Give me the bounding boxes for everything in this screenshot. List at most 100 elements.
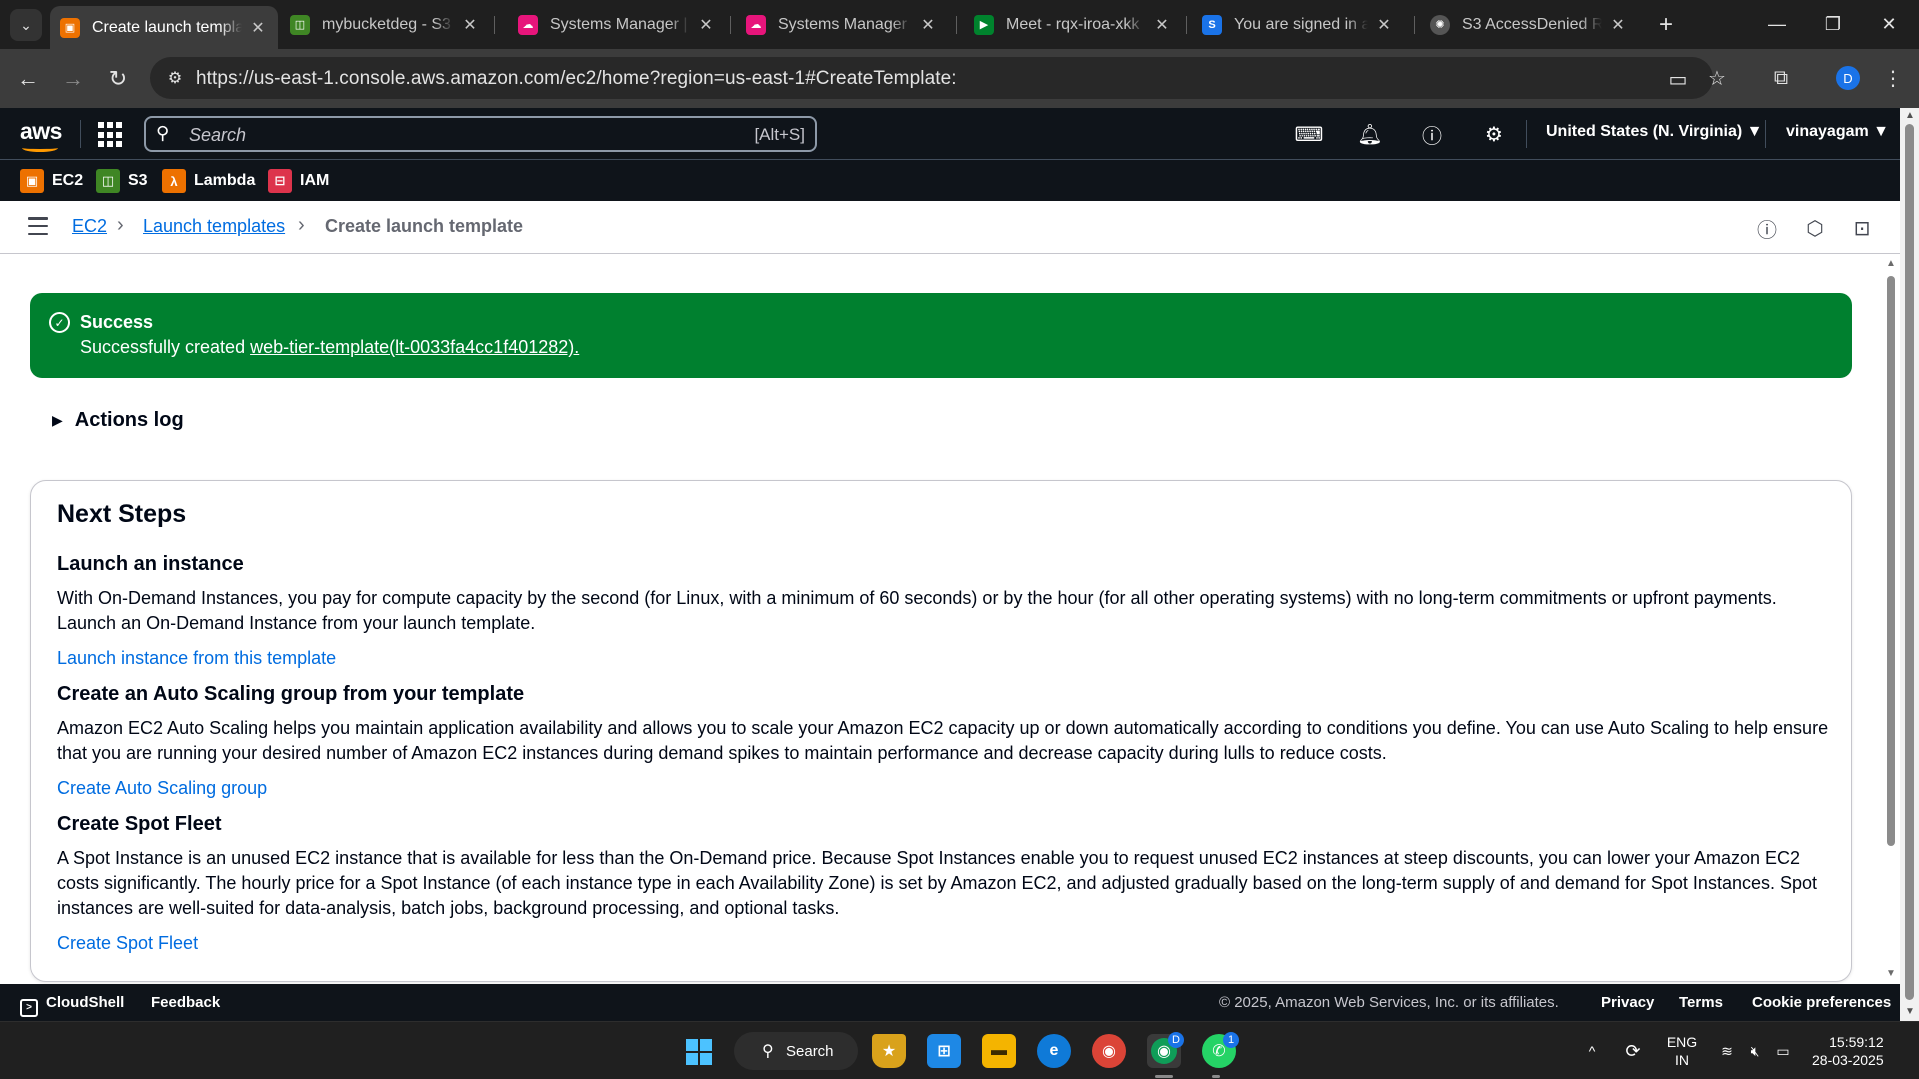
notifications-icon[interactable]: ⬡	[1803, 216, 1827, 240]
openai-icon: ✺	[1430, 14, 1450, 35]
scroll-down-arrow-icon[interactable]: ▼	[1886, 968, 1896, 979]
breadcrumb-current: Create launch template	[325, 216, 524, 236]
chrome-browser-icon[interactable]: ◉	[1092, 1034, 1126, 1068]
aws-logo[interactable]: aws	[20, 118, 62, 145]
browser-tab[interactable]: ☁ Systems Manager | us-east-1 ✕	[508, 6, 726, 43]
info-icon[interactable]: ⓘ	[1755, 216, 1779, 242]
aws-search-input[interactable]: ⚲ Search [Alt+S]	[144, 116, 817, 152]
back-arrow-icon[interactable]: ←	[10, 61, 46, 97]
new-tab-plus-icon[interactable]: +	[1650, 9, 1682, 41]
nav-divider	[80, 120, 81, 148]
feedback-button[interactable]: Feedback	[151, 994, 220, 1011]
tab-separator	[1414, 16, 1415, 34]
forward-arrow-icon[interactable]: →	[55, 61, 91, 97]
minimize-window-icon[interactable]: —	[1749, 0, 1805, 49]
sync-icon[interactable]: ⟳	[1620, 1022, 1646, 1079]
battery-icon[interactable]: ▭	[1772, 1022, 1794, 1079]
services-grid-icon[interactable]	[98, 122, 124, 148]
tools-panel-icon[interactable]: ⊡	[1850, 216, 1874, 240]
favorite-s3[interactable]: ◫ S3	[96, 169, 148, 193]
notifications-bell-icon[interactable]: 🔔︎	[1357, 121, 1383, 147]
s-icon: S	[1202, 14, 1222, 35]
page-scrollbar[interactable]: ▲ ▼	[1900, 108, 1919, 1021]
launch-instance-link[interactable]: Launch instance from this template	[57, 648, 336, 669]
side-navigation-menu-icon[interactable]	[28, 217, 48, 235]
launch-template-link[interactable]: web-tier-template(lt-0033fa4cc1f401282).	[250, 337, 579, 357]
help-icon[interactable]: ⓘ	[1419, 121, 1445, 148]
terms-link[interactable]: Terms	[1679, 994, 1723, 1011]
medal-app-icon[interactable]: ★	[872, 1034, 906, 1068]
close-tab-icon[interactable]: ✕	[918, 15, 938, 35]
search-placeholder: Search	[189, 125, 247, 145]
cookie-preferences-link[interactable]: Cookie preferences	[1752, 994, 1891, 1011]
scrollbar-thumb[interactable]	[1905, 124, 1914, 1000]
scroll-down-arrow-icon[interactable]: ▼	[1905, 1006, 1915, 1017]
browser-menu-icon[interactable]: ⋮	[1880, 65, 1906, 91]
scroll-up-arrow-icon[interactable]: ▲	[1905, 110, 1915, 121]
running-app-indicator	[1212, 1075, 1220, 1078]
reload-icon[interactable]: ↻	[100, 61, 136, 97]
scroll-up-arrow-icon[interactable]: ▲	[1886, 258, 1896, 269]
browser-tab[interactable]: ☁ Systems Manager | us-east-1 ✕	[736, 6, 948, 43]
bookmark-star-icon[interactable]: ☆	[1704, 65, 1730, 91]
scrollbar-thumb[interactable]	[1887, 276, 1895, 846]
close-tab-icon[interactable]: ✕	[1374, 15, 1394, 35]
close-tab-icon[interactable]: ✕	[248, 18, 268, 38]
windows-start-icon[interactable]	[686, 1039, 712, 1065]
taskbar-search[interactable]: ⚲ Search	[734, 1032, 858, 1070]
actions-log-expander[interactable]: ▶ Actions log	[52, 409, 184, 432]
ec2-icon: ▣	[60, 17, 80, 38]
cloudshell-icon[interactable]: ⌨	[1295, 121, 1324, 147]
region-selector[interactable]: United States (N. Virginia) ▼	[1546, 123, 1762, 141]
google-meet-icon: ▶	[974, 14, 994, 35]
close-window-icon[interactable]: ✕	[1861, 0, 1917, 49]
close-tab-icon[interactable]: ✕	[1608, 15, 1628, 35]
tab-search-chevron-icon[interactable]: ⌄	[10, 9, 42, 41]
wifi-icon[interactable]: ≋	[1716, 1022, 1738, 1079]
extensions-puzzle-icon[interactable]: ⧉	[1768, 65, 1794, 91]
site-info-tune-icon[interactable]: ⚙	[162, 65, 188, 91]
system-clock[interactable]: 15:59:12 28-03-2025	[1812, 1033, 1884, 1069]
breadcrumb-ec2[interactable]: EC2	[72, 216, 107, 237]
speaker-muted-icon[interactable]: 🔇︎	[1744, 1022, 1766, 1079]
copyright-text: © 2025, Amazon Web Services, Inc. or its…	[1219, 994, 1559, 1011]
file-explorer-icon[interactable]: ▬	[982, 1034, 1016, 1068]
next-steps-title: Next Steps	[57, 500, 187, 528]
favorite-iam[interactable]: ⊟ IAM	[268, 169, 329, 193]
ec2-icon: ▣	[20, 169, 44, 193]
breadcrumb-bar: EC2 › Launch templates › Create launch t…	[0, 201, 1900, 254]
close-tab-icon[interactable]: ✕	[696, 15, 716, 35]
account-menu[interactable]: vinayagam ▼	[1786, 123, 1889, 141]
flash-message: Successfully created web-tier-template(l…	[80, 337, 580, 357]
restore-window-icon[interactable]: ❐	[1805, 0, 1861, 49]
close-tab-icon[interactable]: ✕	[1152, 15, 1172, 35]
browser-tab[interactable]: ▣ Create launch template ✕	[50, 6, 278, 49]
privacy-link[interactable]: Privacy	[1601, 994, 1654, 1011]
browser-tab[interactable]: S You are signed in as user ✕	[1192, 6, 1404, 43]
input-language-indicator[interactable]: ENG IN	[1662, 1022, 1702, 1079]
close-tab-icon[interactable]: ✕	[460, 15, 480, 35]
settings-gear-icon[interactable]: ⚙	[1481, 121, 1507, 147]
favorite-ec2[interactable]: ▣ EC2	[20, 169, 83, 193]
url-text[interactable]: https://us-east-1.console.aws.amazon.com…	[196, 68, 957, 90]
content-scrollbar[interactable]: ▲ ▼	[1882, 254, 1900, 984]
browser-tab[interactable]: ✺ S3 AccessDenied Resolution ✕	[1420, 6, 1638, 43]
cast-disabled-icon[interactable]: ▭	[1665, 66, 1691, 92]
favorite-lambda[interactable]: λ Lambda	[162, 169, 255, 193]
search-icon: ⚲	[762, 1043, 774, 1060]
create-auto-scaling-group-link[interactable]: Create Auto Scaling group	[57, 778, 267, 799]
edge-browser-icon[interactable]: e	[1037, 1034, 1071, 1068]
aws-logo-smile	[22, 144, 58, 152]
auto-scaling-heading: Create an Auto Scaling group from your t…	[57, 683, 525, 705]
address-bar[interactable]: ⚙ https://us-east-1.console.aws.amazon.c…	[150, 57, 1726, 99]
browser-tab[interactable]: ◫ mybucketdeg - S3 bucket ✕	[280, 6, 490, 43]
microsoft-store-icon[interactable]: ⊞	[927, 1034, 961, 1068]
create-spot-fleet-link[interactable]: Create Spot Fleet	[57, 933, 198, 954]
active-app-indicator	[1155, 1075, 1173, 1078]
browser-tab[interactable]: ▶ Meet - rqx-iroa-xkk ✕	[964, 6, 1182, 43]
profile-avatar[interactable]: D	[1836, 66, 1860, 90]
nav-divider	[1765, 120, 1766, 148]
show-hidden-icons-chevron-icon[interactable]: ^	[1580, 1022, 1604, 1079]
cloudshell-button[interactable]: > CloudShell	[20, 994, 124, 1017]
breadcrumb-launch-templates[interactable]: Launch templates	[143, 216, 285, 237]
